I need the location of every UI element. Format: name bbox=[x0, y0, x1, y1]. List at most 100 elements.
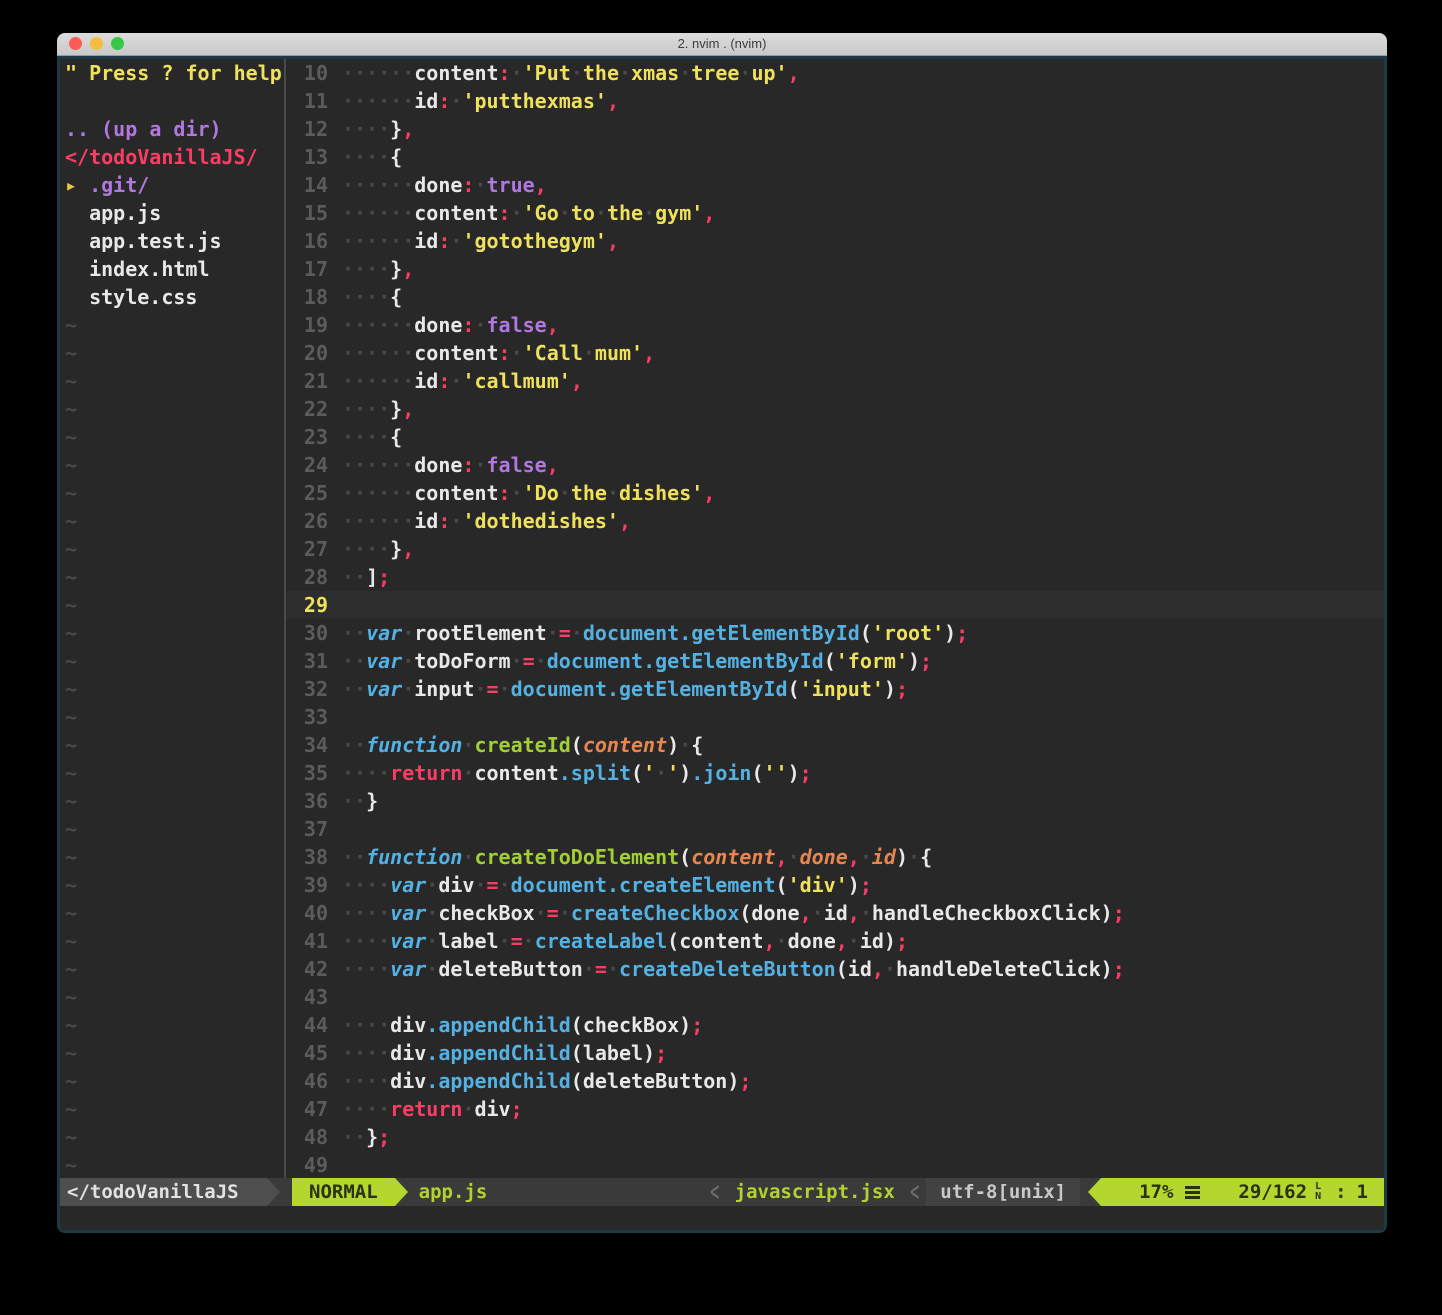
code-text: ··}; bbox=[342, 1123, 390, 1151]
line-number: 11 bbox=[286, 87, 328, 115]
empty-line-tilde: ~ bbox=[60, 1067, 284, 1095]
line-number: 33 bbox=[286, 703, 328, 731]
code-line[interactable]: 37 bbox=[286, 815, 1384, 843]
code-line[interactable]: 25······content:·'Do·the·dishes', bbox=[286, 479, 1384, 507]
empty-line-tilde: ~ bbox=[60, 1011, 284, 1039]
code-line[interactable]: 32··var·input·=·document.getElementById(… bbox=[286, 675, 1384, 703]
code-line[interactable]: 13····{ bbox=[286, 143, 1384, 171]
line-number: 14 bbox=[286, 171, 328, 199]
code-text: ······id:·'putthexmas', bbox=[342, 87, 619, 115]
code-line[interactable]: 46····div.appendChild(deleteButton); bbox=[286, 1067, 1384, 1095]
code-line[interactable]: 21······id:·'callmum', bbox=[286, 367, 1384, 395]
code-line[interactable]: 20······content:·'Call·mum', bbox=[286, 339, 1384, 367]
code-line[interactable]: 12····}, bbox=[286, 115, 1384, 143]
code-text: ····{ bbox=[342, 143, 402, 171]
line-number: 20 bbox=[286, 339, 328, 367]
empty-line-tilde: ~ bbox=[60, 647, 284, 675]
code-line[interactable]: 43 bbox=[286, 983, 1384, 1011]
code-line[interactable]: 11 ······id:·'putthexmas', bbox=[286, 87, 1384, 115]
empty-line-tilde: ~ bbox=[60, 1039, 284, 1067]
code-text: ······content:·'Go·to·the·gym', bbox=[342, 199, 715, 227]
tree-item[interactable]: style.css bbox=[60, 283, 284, 311]
line-number: 41 bbox=[286, 927, 328, 955]
code-line[interactable]: 39····var·div·=·document.createElement('… bbox=[286, 871, 1384, 899]
code-line[interactable]: 18····{ bbox=[286, 283, 1384, 311]
code-text: ··} bbox=[342, 787, 378, 815]
code-line[interactable]: 33 bbox=[286, 703, 1384, 731]
line-number: 29 bbox=[286, 591, 328, 619]
empty-line-tilde: ~ bbox=[60, 955, 284, 983]
empty-line-tilde: ~ bbox=[60, 451, 284, 479]
empty-line-tilde: ~ bbox=[60, 479, 284, 507]
chevron-left-icon: < bbox=[905, 1171, 924, 1213]
code-text: ····}, bbox=[342, 115, 414, 143]
code-line[interactable]: 31··var·toDoForm·=·document.getElementBy… bbox=[286, 647, 1384, 675]
code-line[interactable]: 23····{ bbox=[286, 423, 1384, 451]
tree-item[interactable]: index.html bbox=[60, 255, 284, 283]
tree-item[interactable]: .. (up a dir) bbox=[60, 115, 284, 143]
line-number: 34 bbox=[286, 731, 328, 759]
code-line[interactable]: 35····return·content.split('·').join('')… bbox=[286, 759, 1384, 787]
tree-item[interactable] bbox=[60, 87, 284, 115]
code-line[interactable]: 40····var·checkBox·=·createCheckbox(done… bbox=[286, 899, 1384, 927]
code-line[interactable]: 30··var·rootElement·=·document.getElemen… bbox=[286, 619, 1384, 647]
statusline-directory: </todoVanillaJS bbox=[60, 1178, 267, 1206]
empty-line-tilde: ~ bbox=[60, 423, 284, 451]
code-line[interactable]: 38··function·createToDoElement(content,·… bbox=[286, 843, 1384, 871]
code-line[interactable]: 16······id:·'gotothegym', bbox=[286, 227, 1384, 255]
code-text: ··var·rootElement·=·document.getElementB… bbox=[342, 619, 968, 647]
empty-line-tilde: ~ bbox=[60, 815, 284, 843]
empty-line-tilde: ~ bbox=[60, 367, 284, 395]
code-line[interactable]: 19······done:·false, bbox=[286, 311, 1384, 339]
statusline: </todoVanillaJS NORMAL app.js < javascri… bbox=[60, 1178, 1384, 1206]
tree-item[interactable]: </todoVanillaJS/ bbox=[60, 143, 284, 171]
code-text: ··function·createToDoElement(content,·do… bbox=[342, 843, 932, 871]
empty-line-tilde: ~ bbox=[60, 871, 284, 899]
line-number: 46 bbox=[286, 1067, 328, 1095]
code-line[interactable]: 29 bbox=[286, 591, 1384, 619]
tree-item[interactable]: app.test.js bbox=[60, 227, 284, 255]
tree-item[interactable]: ▸ .git/ bbox=[60, 171, 284, 199]
titlebar[interactable]: 2. nvim . (nvim) bbox=[57, 33, 1387, 56]
cursor-line-total: 29/162 bbox=[1238, 1178, 1307, 1206]
file-explorer-pane[interactable]: " Press ? for help .. (up a dir)</todoVan… bbox=[60, 59, 286, 1178]
line-number: 42 bbox=[286, 955, 328, 983]
tree-item[interactable]: app.js bbox=[60, 199, 284, 227]
code-line[interactable]: 26······id:·'dothedishes', bbox=[286, 507, 1384, 535]
editor-pane[interactable]: 10······content:·'Put·the·xmas·tree·up',… bbox=[286, 59, 1384, 1178]
code-text: ··function·createId(content)·{ bbox=[342, 731, 703, 759]
code-line[interactable]: 34 ··function·createId(content)·{ bbox=[286, 731, 1384, 759]
code-text: ······id:·'gotothegym', bbox=[342, 227, 619, 255]
code-line[interactable]: 48··}; bbox=[286, 1123, 1384, 1151]
code-line[interactable]: 10······content:·'Put·the·xmas·tree·up', bbox=[286, 59, 1384, 87]
code-line[interactable]: 27····}, bbox=[286, 535, 1384, 563]
code-line[interactable]: 28··]; bbox=[286, 563, 1384, 591]
code-text: ····}, bbox=[342, 535, 414, 563]
code-text: ····}, bbox=[342, 255, 414, 283]
code-line[interactable]: 49 bbox=[286, 1151, 1384, 1178]
line-number: 17 bbox=[286, 255, 328, 283]
position-colon: : bbox=[1335, 1178, 1346, 1206]
code-line[interactable]: 41····var·label·=·createLabel(content,·d… bbox=[286, 927, 1384, 955]
code-line[interactable]: 36··} bbox=[286, 787, 1384, 815]
code-line[interactable]: 44····div.appendChild(checkBox); bbox=[286, 1011, 1384, 1039]
code-text: ··]; bbox=[342, 563, 390, 591]
code-line[interactable]: 47 ····return·div; bbox=[286, 1095, 1384, 1123]
code-line[interactable]: 42····var·deleteButton·=·createDeleteBut… bbox=[286, 955, 1384, 983]
code-line[interactable]: 15······content:·'Go·to·the·gym', bbox=[286, 199, 1384, 227]
code-text: ····return·div; bbox=[342, 1095, 523, 1123]
tree-item[interactable]: " Press ? for help bbox=[60, 59, 284, 87]
code-text: ······done:·false, bbox=[342, 311, 559, 339]
code-line[interactable]: 45····div.appendChild(label); bbox=[286, 1039, 1384, 1067]
code-line[interactable]: 22····}, bbox=[286, 395, 1384, 423]
code-line[interactable]: 14······done:·true, bbox=[286, 171, 1384, 199]
code-line[interactable]: 17 ····}, bbox=[286, 255, 1384, 283]
statusline-filename: app.js bbox=[408, 1178, 488, 1206]
code-text: ····div.appendChild(label); bbox=[342, 1039, 667, 1067]
empty-line-tilde: ~ bbox=[60, 759, 284, 787]
line-number: 22 bbox=[286, 395, 328, 423]
code-text: ······done:·false, bbox=[342, 451, 559, 479]
code-line[interactable]: 24······done:·false, bbox=[286, 451, 1384, 479]
empty-line-tilde: ~ bbox=[60, 731, 284, 759]
line-number: 47 bbox=[286, 1095, 328, 1123]
